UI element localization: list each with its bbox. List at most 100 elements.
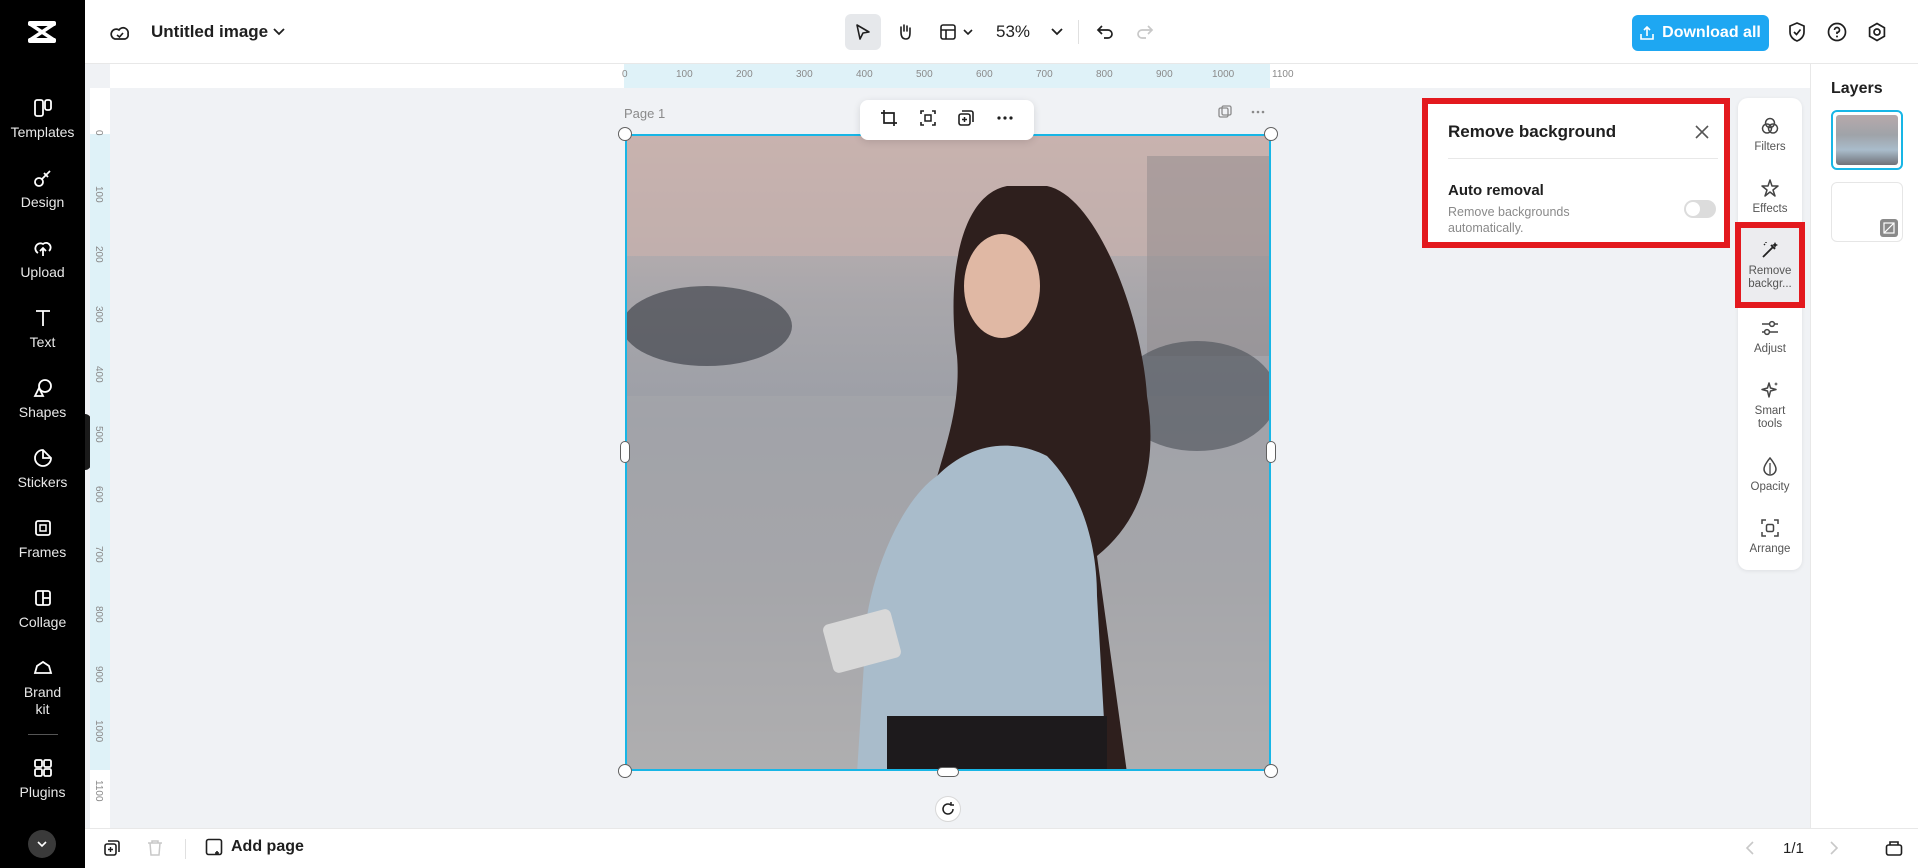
duplicate-page-button[interactable] (103, 839, 123, 859)
bottom-divider (185, 839, 186, 859)
nav-collapse-button[interactable] (28, 830, 56, 858)
redo-button[interactable] (1129, 16, 1161, 48)
select-tool-button[interactable] (845, 14, 881, 50)
settings-button[interactable] (1863, 18, 1891, 46)
nav-collage[interactable]: Collage (0, 582, 85, 644)
more-options-icon[interactable] (996, 109, 1014, 132)
image-floating-toolbar (860, 100, 1034, 140)
hand-icon (900, 24, 911, 40)
ruler-tick-label: 1100 (93, 780, 104, 802)
download-all-label: Download all (1662, 24, 1761, 41)
nav-stickers[interactable]: Stickers (0, 442, 85, 504)
resize-handle-right[interactable] (1266, 441, 1276, 463)
resize-handle-bottom-right[interactable] (1264, 764, 1278, 778)
stickers-icon (31, 446, 55, 470)
document-title[interactable]: Untitled image (151, 22, 268, 42)
frames-icon (31, 516, 55, 540)
nav-upload[interactable]: Upload (0, 232, 85, 294)
ruler-tick-label: 300 (93, 306, 104, 323)
hand-tool-button[interactable] (887, 14, 923, 50)
add-page-button[interactable]: Add page (205, 838, 304, 856)
layers-title: Layers (1831, 80, 1883, 97)
design-icon (31, 166, 55, 190)
page-counter: 1/1 (1783, 840, 1804, 857)
close-icon[interactable] (1692, 122, 1712, 142)
photo-woman-street (627, 136, 1269, 769)
capcut-logo-icon[interactable] (26, 18, 58, 46)
toolbar-divider (1078, 20, 1079, 44)
selected-image[interactable] (625, 134, 1271, 771)
crop-icon[interactable] (880, 109, 898, 132)
zoom-level[interactable]: 53% (996, 22, 1030, 42)
layer-thumbnail-background[interactable] (1831, 182, 1903, 242)
nav-label: Collage (18, 614, 67, 630)
delete-page-button[interactable] (147, 839, 167, 859)
nav-label: Design (20, 194, 65, 210)
resize-handle-bottom[interactable] (937, 767, 959, 777)
shield-icon (1789, 22, 1805, 42)
gear-icon (1868, 22, 1886, 42)
tool-label: Adjust (1754, 343, 1786, 355)
nav-design[interactable]: Design (0, 162, 85, 224)
tool-adjust[interactable]: Adjust (1738, 316, 1802, 356)
chevron-left-icon (1745, 841, 1754, 855)
nav-shapes[interactable]: Shapes (0, 372, 85, 434)
rotate-button[interactable] (935, 796, 961, 822)
zoom-dropdown-chevron-icon[interactable] (1047, 22, 1067, 42)
page-manager-button[interactable] (1885, 839, 1905, 859)
remove-background-panel: Remove background Auto removal Remove ba… (1422, 98, 1730, 248)
next-page-button[interactable] (1829, 841, 1845, 857)
nav-text[interactable]: Text (0, 302, 85, 364)
auto-removal-toggle[interactable] (1684, 200, 1716, 218)
ruler-tick-label: 1100 (1272, 69, 1294, 80)
top-bar: Untitled image 53% Download all (85, 0, 1918, 64)
redo-icon (1137, 25, 1154, 39)
resize-handle-bottom-left[interactable] (618, 764, 632, 778)
tool-label: Arrange (1749, 543, 1791, 555)
nav-divider (28, 734, 58, 735)
download-all-button[interactable]: Download all (1632, 15, 1769, 51)
tool-label: Opacity (1750, 481, 1790, 493)
tool-filters[interactable]: Filters (1738, 114, 1802, 154)
nav-frames[interactable]: Frames (0, 512, 85, 574)
tool-smart-tools[interactable]: Smart tools (1738, 378, 1802, 431)
undo-button[interactable] (1089, 16, 1121, 48)
add-page-icon (205, 838, 223, 856)
nav-brand-kit[interactable]: Brand kit (0, 652, 85, 732)
upload-icon (31, 236, 55, 260)
resize-handle-top-left[interactable] (618, 127, 632, 141)
filters-icon (1758, 114, 1782, 138)
title-dropdown-chevron-icon[interactable] (269, 22, 289, 42)
ruler-tick-label: 1000 (93, 720, 104, 743)
cloud-save-icon[interactable] (107, 20, 133, 46)
layer-thumbnail-image[interactable] (1831, 110, 1903, 170)
ruler-tick-label: 300 (796, 69, 813, 80)
previous-page-button[interactable] (1745, 841, 1761, 857)
tool-opacity[interactable]: Opacity (1738, 454, 1802, 494)
page-more-icon[interactable] (1250, 104, 1270, 122)
nav-templates[interactable]: Templates (0, 92, 85, 154)
ruler-tick-label: 700 (1036, 69, 1053, 80)
nav-plugins[interactable]: Plugins (0, 752, 85, 814)
chevron-right-icon (1830, 841, 1839, 855)
panel-divider (1448, 158, 1718, 159)
layout-menu-button[interactable] (931, 14, 981, 50)
tool-arrange[interactable]: Arrange (1738, 516, 1802, 556)
resize-handle-left[interactable] (620, 441, 630, 463)
nav-label: Shapes (18, 404, 67, 420)
help-button[interactable] (1823, 18, 1851, 46)
vertical-ruler: 0 100 200 300 400 500 600 700 800 900 10… (90, 88, 110, 828)
duplicate-icon[interactable] (957, 109, 975, 132)
shield-button[interactable] (1783, 18, 1811, 46)
smart-tools-icon (1758, 378, 1782, 402)
tool-label: Smart tools (1754, 405, 1786, 430)
resize-handle-top-right[interactable] (1264, 127, 1278, 141)
adjust-icon (1758, 316, 1782, 340)
chevron-down-icon (37, 841, 47, 848)
panel-title: Remove background (1448, 122, 1617, 141)
text-icon (31, 306, 55, 330)
tool-effects[interactable]: Effects (1738, 176, 1802, 216)
ruler-selection (624, 64, 1270, 88)
remove-background-quick-icon[interactable] (919, 109, 937, 132)
duplicate-page-icon[interactable] (1217, 104, 1235, 122)
